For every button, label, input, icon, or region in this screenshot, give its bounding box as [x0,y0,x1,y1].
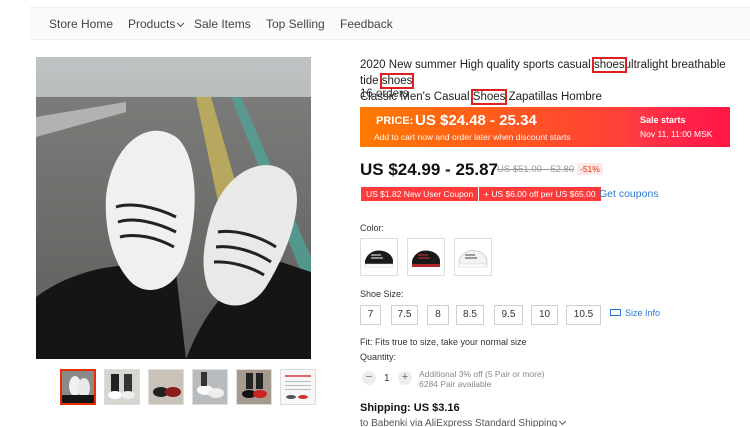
thumbnail-image [62,371,94,403]
quantity-increase-button[interactable]: + [398,371,412,385]
promo-right-panel [630,107,730,147]
stock-available: 6284 Pair available [419,379,492,389]
sale-start-label: Sale starts [640,115,686,125]
size-label: Shoe Size: [360,289,404,299]
color-label: Color: [360,223,385,233]
thumbnail-6[interactable] [280,369,316,405]
nav-products[interactable]: Products [128,17,185,31]
thumbnail-image [281,370,315,404]
size-option-8-5[interactable]: 8.5 [456,305,484,325]
shoe-swatch-image [458,250,488,268]
nav-top-selling[interactable]: Top Selling [266,17,325,31]
ruler-icon [610,309,621,316]
current-price: US $24.99 - 25.87 [360,160,498,179]
shipping-method[interactable]: to Babenki via AliExpress Standard Shipp… [360,417,567,427]
product-main-image[interactable] [36,57,311,359]
bulk-discount-note: Additional 3% off (5 Pair or more) [419,369,545,379]
size-option-7-5[interactable]: 7.5 [391,305,418,325]
chevron-down-icon [177,19,185,28]
thumbnail-3[interactable] [148,369,184,405]
size-info-label: Size Info [625,308,661,318]
quantity-decrease-button[interactable]: − [362,371,376,385]
store-nav: Store Home Products Sale Items Top Selli… [30,7,750,40]
nav-sale-items[interactable]: Sale Items [194,17,251,31]
title-highlight: shoes [591,57,627,73]
title-text: Zapatillas Hombre [508,91,602,103]
nav-feedback[interactable]: Feedback [340,17,393,31]
promo-subtext: Add to cart now and order later when dis… [374,132,571,142]
thumbnail-image [237,370,271,404]
thumbnail-1[interactable] [60,369,96,405]
thumbnail-5[interactable] [236,369,272,405]
product-title: 2020 New summer High quality sports casu… [360,57,740,105]
color-option-black-white[interactable] [360,238,398,276]
shoe-swatch-image [412,250,440,267]
get-coupons-link[interactable]: Get coupons [599,188,659,200]
nav-store-home[interactable]: Store Home [49,17,113,31]
shipping-cost: Shipping: US $3.16 [360,402,460,414]
thumbnail-image [149,370,183,404]
original-price: US $51.00 - 52.80 [497,164,575,175]
fit-note: Fit: Fits true to size, take your normal… [360,337,527,347]
promo-banner: PRICE: US $24.48 - 25.34 Add to cart now… [360,107,730,147]
size-info-link[interactable]: Size Info [610,308,660,318]
price-row: US $24.99 - 25.87 US $51.00 - 52.80 -51% [360,160,603,180]
size-option-7[interactable]: 7 [360,305,381,325]
title-highlight: Shoes [470,89,508,105]
color-option-white[interactable] [454,238,492,276]
size-option-8[interactable]: 8 [427,305,449,325]
shoe-swatch-image [364,250,394,268]
thumbnail-image [105,370,139,404]
sale-start-date: Nov 11, 11:00 MSK [640,129,713,139]
promo-price: US $24.48 - 25.34 [415,112,537,129]
size-option-10-5[interactable]: 10.5 [566,305,601,325]
color-option-black-red[interactable] [407,238,445,276]
title-text: 2020 New summer High quality sports casu… [360,59,591,71]
size-option-9-5[interactable]: 9.5 [494,305,523,325]
new-user-coupon[interactable]: US $1.82 New User Coupon [361,187,479,201]
thumbnail-4[interactable] [192,369,228,405]
quantity-label: Quantity: [360,352,397,362]
thumbnail-2[interactable] [104,369,140,405]
title-highlight: shoes [379,73,415,89]
thumbnail-image [193,370,227,404]
shipping-method-label: to Babenki via AliExpress Standard Shipp… [360,418,558,427]
chevron-down-icon [559,417,567,426]
discount-badge: -51% [577,163,603,175]
product-photo [36,57,311,359]
promo-price-label: PRICE: [376,115,414,127]
quantity-value[interactable]: 1 [384,373,390,384]
nav-products-label: Products [128,17,176,31]
store-coupon[interactable]: + US $6.00 off per US $65.00 [479,187,601,201]
order-count: 16 orders [360,88,409,100]
size-option-10[interactable]: 10 [531,305,558,325]
